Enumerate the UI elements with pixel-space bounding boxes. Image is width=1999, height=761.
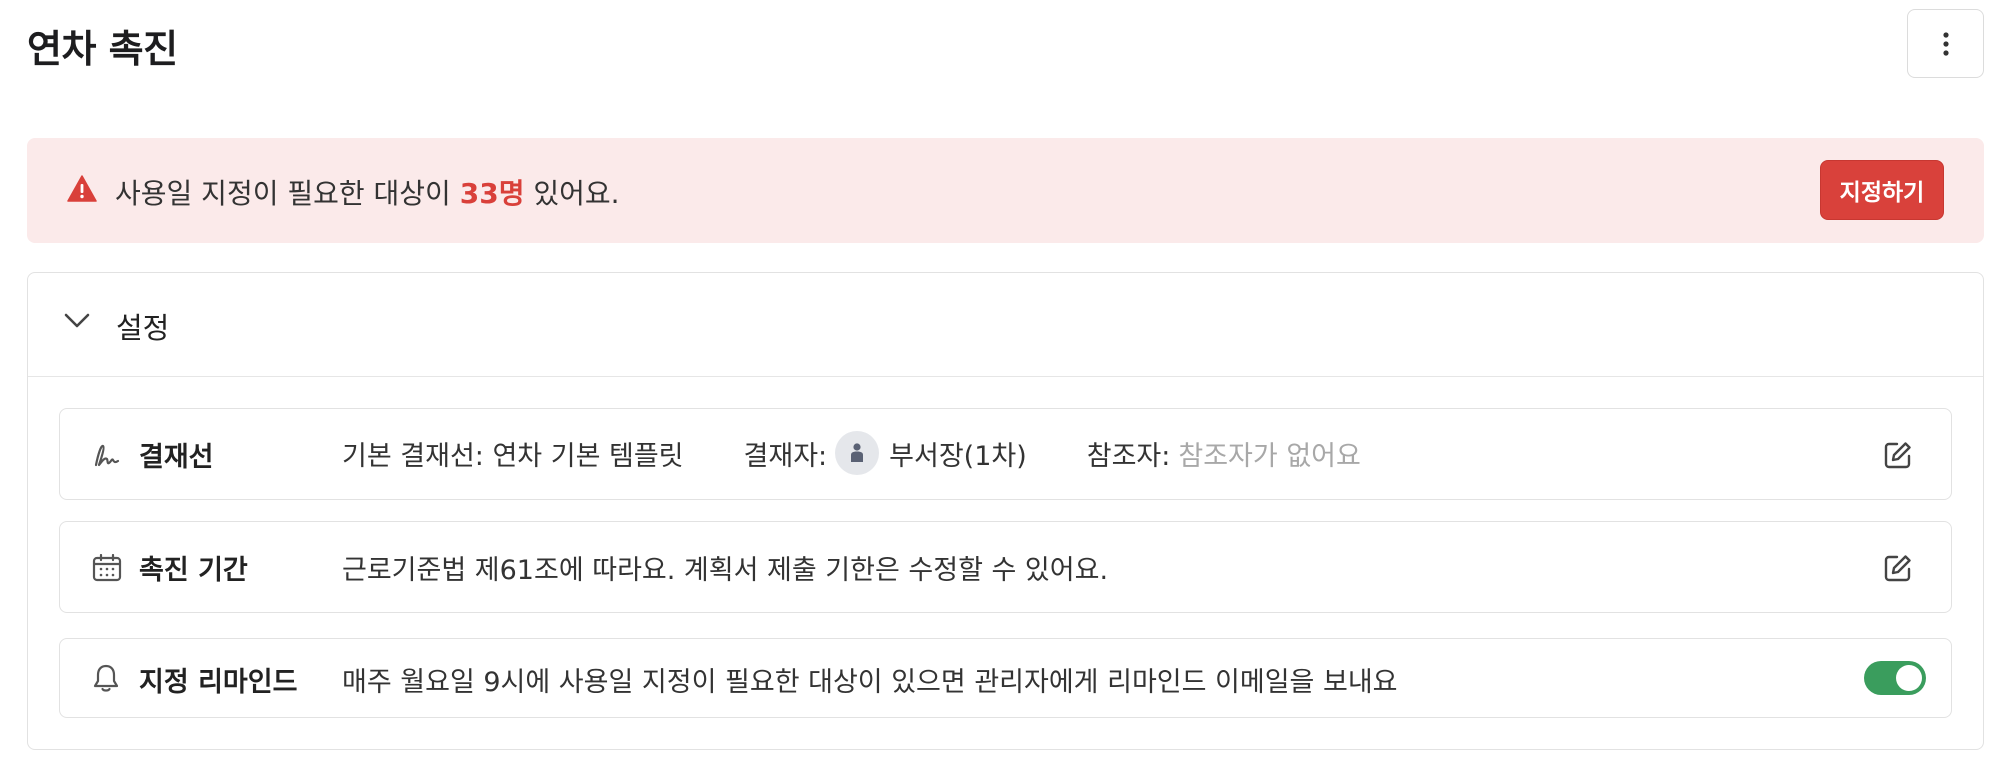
chevron-down-icon (64, 313, 90, 328)
calendar-icon (92, 554, 122, 582)
toggle-knob (1896, 665, 1922, 691)
promotion-period-row: 촉진 기간 근로기준법 제61조에 따라요. 계획서 제출 기한은 수정할 수 … (59, 521, 1952, 613)
assign-button[interactable]: 지정하기 (1820, 160, 1944, 220)
approver-name: 부서장(1차) (889, 440, 1027, 472)
settings-toggle-header[interactable]: 설정 (28, 273, 1983, 377)
edit-promotion-period-button[interactable] (1878, 548, 1918, 588)
approval-line-template: 기본 결재선: 연차 기본 템플릿 (342, 440, 684, 472)
approver-label: 결재자: (743, 440, 828, 472)
page-title: 연차 촉진 (27, 27, 178, 71)
edit-icon (1884, 442, 1911, 469)
promotion-period-label: 촉진 기간 (139, 555, 248, 586)
approval-line-row: 결재선 기본 결재선: 연차 기본 템플릿 결재자: 부서장(1차) 참조자: … (59, 408, 1952, 500)
reminder-label: 지정 리마인드 (139, 667, 298, 698)
settings-panel: 설정 결재선 기본 결재선: 연차 기본 템플릿 결재자: 부서장(1차) 참조… (27, 272, 1984, 750)
alert-target-count: 33명 (459, 177, 525, 210)
assignment-reminder-row: 지정 리마인드 매주 월요일 9시에 사용일 지정이 필요한 대상이 있으면 관… (59, 638, 1952, 718)
more-options-button[interactable] (1907, 9, 1984, 78)
alert-message-prefix: 사용일 지정이 필요한 대상이 (115, 177, 460, 210)
approval-line-label: 결재선 (139, 442, 214, 473)
signature-icon (94, 444, 120, 467)
promotion-period-description: 근로기준법 제61조에 따라요. 계획서 제출 기한은 수정할 수 있어요. (342, 555, 1109, 586)
alert-message-suffix: 있어요. (524, 177, 620, 210)
warning-triangle-icon (67, 175, 97, 202)
more-vertical-icon (1942, 31, 1949, 56)
edit-icon (1884, 555, 1911, 582)
leave-promotion-page: 연차 촉진 사용일 지정이 필요한 대상이 33명 있어요. 지정하기 설정 결… (0, 0, 1999, 761)
edit-approval-line-button[interactable] (1878, 435, 1918, 475)
reminder-toggle[interactable] (1864, 661, 1926, 695)
settings-title: 설정 (116, 311, 170, 345)
approval-line-summary: 기본 결재선: 연차 기본 템플릿 결재자: 부서장(1차) 참조자: 참조자가… (342, 431, 1361, 475)
alert-message: 사용일 지정이 필요한 대상이 33명 있어요. (115, 172, 620, 212)
bell-icon (93, 664, 119, 692)
reminder-description: 매주 월요일 9시에 사용일 지정이 필요한 대상이 있으면 관리자에게 리마인… (342, 667, 1398, 698)
person-icon (851, 443, 864, 462)
assignment-alert-banner: 사용일 지정이 필요한 대상이 33명 있어요. 지정하기 (27, 138, 1984, 243)
reference-empty-text: 참조자가 없어요 (1178, 440, 1361, 472)
avatar (835, 431, 880, 475)
reference-label: 참조자: (1086, 440, 1171, 472)
